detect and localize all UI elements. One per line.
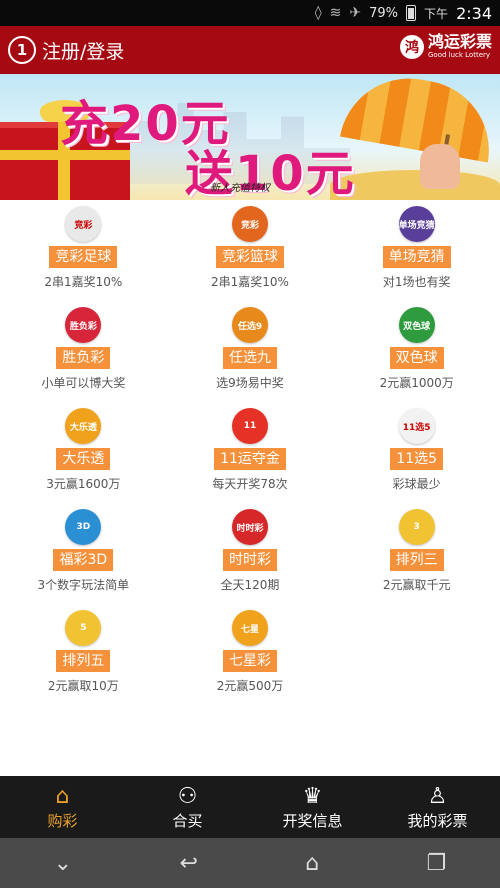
brand-mark-icon: 鸿 bbox=[399, 34, 424, 59]
status-bar: ◊ ≋ ✈ 79% 下午 2:34 bbox=[0, 0, 500, 26]
game-item[interactable]: 双色球 双色球 2元赢1000万 bbox=[333, 301, 500, 402]
game-item[interactable]: 任选9 任选九选9场易中奖 bbox=[167, 301, 334, 402]
game-logo-icon: 任选9 bbox=[231, 307, 268, 343]
game-item[interactable]: 5 排列五 2元赢取10万 bbox=[0, 604, 167, 705]
game-logo-icon: 竞彩 bbox=[231, 206, 268, 242]
game-logo-icon: 七星 bbox=[231, 610, 268, 646]
game-logo-icon: 11 bbox=[231, 408, 268, 444]
tab-label: 我的彩票 bbox=[407, 811, 468, 830]
airplane-icon: ✈ bbox=[349, 5, 362, 21]
game-name: 排列三 bbox=[389, 549, 444, 571]
battery-percent: 79% bbox=[369, 5, 399, 21]
home-icon[interactable]: ⌂ bbox=[305, 851, 319, 876]
game-desc: 2元赢取10万 bbox=[47, 679, 119, 693]
game-name: 单场竞猜 bbox=[382, 246, 451, 268]
game-desc: 彩球最少 bbox=[392, 477, 441, 491]
game-name: 任选九 bbox=[222, 347, 277, 369]
home-icon: ⌂ bbox=[55, 783, 70, 809]
game-desc: 2元赢1000万 bbox=[379, 376, 454, 390]
game-desc: 每天开奖78次 bbox=[212, 477, 288, 491]
status-ampm: 下午 bbox=[424, 6, 449, 21]
game-desc: 2串1嘉奖10% bbox=[211, 275, 289, 289]
lottery-game-grid: 竞彩 竞彩足球 2串1嘉奖10% 竞彩 竞彩篮球 2串1嘉奖10% 单场竞猜 单场竞猜 对1场也… bbox=[0, 200, 500, 705]
game-desc: 3元赢1600万 bbox=[46, 477, 121, 491]
game-logo-icon: 竞彩 bbox=[65, 206, 102, 242]
beach-umbrella-graphic bbox=[340, 74, 500, 163]
game-desc: 全天120期 bbox=[220, 578, 280, 592]
game-name: 时时彩 bbox=[222, 549, 277, 571]
group-icon: ⚇ bbox=[177, 783, 198, 809]
game-name: 排列五 bbox=[56, 650, 111, 672]
wifi-icon: ≋ bbox=[329, 5, 342, 21]
brand-slogan: Good luck Lottery bbox=[427, 51, 491, 59]
status-time: 2:34 bbox=[456, 3, 492, 23]
game-item[interactable]: 3 排列三 2元赢取千元 bbox=[333, 503, 500, 604]
game-desc: 2元赢500万 bbox=[216, 679, 284, 693]
game-logo-icon: 时时彩 bbox=[231, 509, 268, 545]
game-item[interactable]: 单场竞猜 单场竞猜 对1场也有奖 bbox=[333, 200, 500, 301]
tab-label: 合买 bbox=[172, 811, 203, 830]
game-name: 胜负彩 bbox=[56, 347, 111, 369]
game-logo-icon: 3 bbox=[398, 509, 435, 545]
game-name: 竞彩篮球 bbox=[215, 246, 284, 268]
game-desc: 3个数字玩法简单 bbox=[37, 578, 130, 592]
game-name: 七星彩 bbox=[222, 650, 277, 672]
tab-group[interactable]: ⚇ 合买 bbox=[125, 776, 250, 838]
game-item[interactable]: 竞彩竞彩足球 2串1嘉奖10% bbox=[0, 200, 167, 301]
banner-tagline: 新人充值特权 bbox=[210, 183, 270, 194]
user-icon: ♙ bbox=[427, 783, 448, 809]
game-item[interactable]: 竞彩竞彩篮球 2串1嘉奖10% bbox=[167, 200, 334, 301]
game-desc: 选9场易中奖 bbox=[216, 376, 284, 390]
game-name: 11选5 bbox=[390, 448, 444, 470]
game-item[interactable]: 七星七星彩 2元赢500万 bbox=[167, 604, 334, 705]
brand-logo: 鸿 鸿运彩票 Good luck Lottery bbox=[399, 32, 492, 59]
battery-icon bbox=[406, 5, 417, 21]
game-logo-icon: 5 bbox=[65, 610, 102, 646]
tab-user[interactable]: ♙ 我的彩票 bbox=[375, 776, 500, 838]
game-desc: 对1场也有奖 bbox=[382, 275, 451, 289]
game-logo-icon: 胜负彩 bbox=[65, 307, 102, 343]
system-nav-bar: ⌄ ↩ ⌂ ❐ bbox=[0, 838, 500, 888]
game-logo-icon: 双色球 bbox=[398, 307, 435, 343]
game-logo-icon: 大乐透 bbox=[65, 408, 102, 444]
game-name: 竞彩足球 bbox=[49, 246, 118, 268]
game-item[interactable]: 3D 福彩3D 3个数字玩法简单 bbox=[0, 503, 167, 604]
game-name: 福彩3D bbox=[53, 549, 114, 571]
app-header: 1 注册/登录 鸿 鸿运彩票 Good luck Lottery bbox=[0, 26, 500, 74]
tab-trophy[interactable]: ♛ 开奖信息 bbox=[250, 776, 375, 838]
tab-label: 开奖信息 bbox=[282, 811, 343, 830]
game-name: 大乐透 bbox=[56, 448, 111, 470]
promo-banner[interactable]: 充20元 送10元 新人充值特权 bbox=[0, 74, 500, 200]
game-desc: 2元赢取千元 bbox=[382, 578, 451, 592]
sunbather-graphic bbox=[420, 144, 460, 189]
tab-home[interactable]: ⌂ 购彩 bbox=[0, 776, 125, 838]
game-item[interactable]: 胜负彩 胜负彩 小单可以博大奖 bbox=[0, 301, 167, 402]
login-register-link[interactable]: 注册/登录 bbox=[42, 37, 124, 64]
recent-apps-icon[interactable]: ❐ bbox=[427, 851, 447, 876]
chevron-down-icon[interactable]: ⌄ bbox=[54, 851, 72, 876]
back-icon[interactable]: ↩ bbox=[179, 851, 197, 876]
game-logo-icon: 3D bbox=[65, 509, 102, 545]
game-item[interactable]: 时时彩 时时彩 全天120期 bbox=[167, 503, 334, 604]
game-logo-icon: 单场竞猜 bbox=[398, 206, 435, 242]
game-desc: 2串1嘉奖10% bbox=[44, 275, 123, 289]
game-name: 11运夺金 bbox=[214, 448, 286, 470]
login-user-icon[interactable]: 1 bbox=[8, 36, 36, 64]
game-item[interactable]: 大乐透 大乐透 3元赢1600万 bbox=[0, 402, 167, 503]
game-desc: 小单可以博大奖 bbox=[41, 376, 126, 390]
game-name: 双色球 bbox=[389, 347, 444, 369]
brand-name: 鸿运彩票 bbox=[427, 32, 492, 51]
trophy-icon: ♛ bbox=[302, 783, 323, 809]
game-logo-icon: 11选5 bbox=[398, 408, 435, 444]
game-item[interactable]: 11 11运夺金每天开奖78次 bbox=[167, 402, 334, 503]
tab-label: 购彩 bbox=[47, 811, 78, 830]
bottom-tab-bar: ⌂ 购彩 ⚇ 合买 ♛ 开奖信息 ♙ 我的彩票 bbox=[0, 776, 500, 838]
vibrate-icon: ◊ bbox=[314, 5, 322, 21]
game-item[interactable]: 11选5 11选5 彩球最少 bbox=[333, 402, 500, 503]
